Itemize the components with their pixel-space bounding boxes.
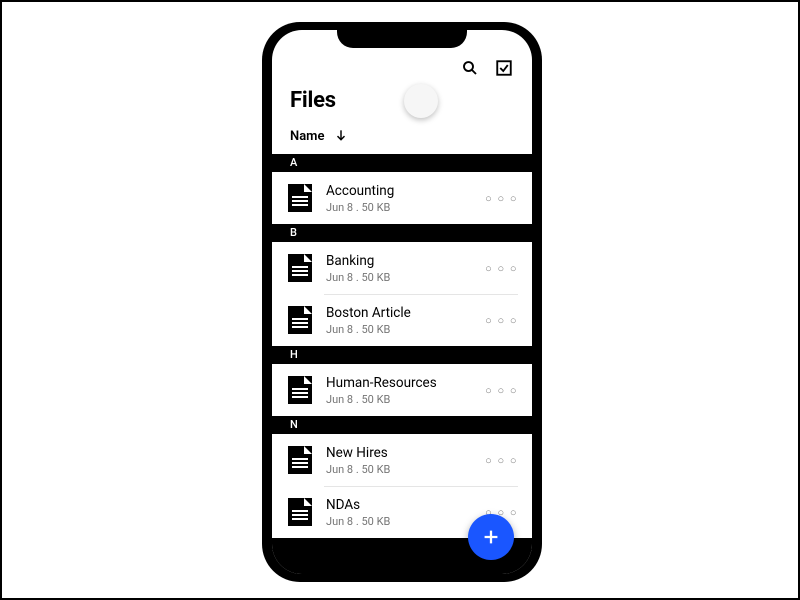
file-meta: Jun 8 . 50 KB — [326, 393, 471, 406]
file-text: New Hires Jun 8 . 50 KB — [326, 445, 471, 476]
phone-screen: Files Name A Acc — [272, 30, 532, 574]
file-name: Human-Resources — [326, 375, 471, 391]
more-options-icon[interactable]: ○ ○ ○ — [485, 384, 518, 397]
file-text: Human-Resources Jun 8 . 50 KB — [326, 375, 471, 406]
list-item[interactable]: Boston Article Jun 8 . 50 KB ○ ○ ○ — [272, 294, 532, 346]
plus-icon — [480, 526, 502, 548]
document-icon — [288, 498, 312, 526]
document-icon — [288, 184, 312, 212]
document-icon — [288, 254, 312, 282]
sort-label: Name — [290, 129, 324, 144]
page-header: Files Name — [272, 82, 532, 154]
file-name: Banking — [326, 253, 471, 269]
fab-add-button[interactable] — [468, 514, 514, 560]
list-item[interactable]: New Hires Jun 8 . 50 KB ○ ○ ○ — [272, 434, 532, 486]
file-text: Boston Article Jun 8 . 50 KB — [326, 305, 471, 336]
viewport: Files Name A Acc — [0, 0, 800, 600]
section-h: Human-Resources Jun 8 . 50 KB ○ ○ ○ — [272, 364, 532, 416]
file-name: New Hires — [326, 445, 471, 461]
list-item[interactable]: Human-Resources Jun 8 . 50 KB ○ ○ ○ — [272, 364, 532, 416]
file-meta: Jun 8 . 50 KB — [326, 271, 471, 284]
file-meta: Jun 8 . 50 KB — [326, 463, 471, 476]
touch-indicator — [404, 84, 438, 118]
file-text: Banking Jun 8 . 50 KB — [326, 253, 471, 284]
section-header-n: N — [272, 416, 532, 434]
document-icon — [288, 376, 312, 404]
page-title: Files — [290, 88, 514, 113]
more-options-icon[interactable]: ○ ○ ○ — [485, 192, 518, 205]
file-meta: Jun 8 . 50 KB — [326, 515, 471, 528]
section-header-b: B — [272, 224, 532, 242]
section-a: Accounting Jun 8 . 50 KB ○ ○ ○ — [272, 172, 532, 224]
file-text: Accounting Jun 8 . 50 KB — [326, 183, 471, 214]
list-item[interactable]: Accounting Jun 8 . 50 KB ○ ○ ○ — [272, 172, 532, 224]
sort-control[interactable]: Name — [290, 127, 514, 146]
checkbox-select-icon[interactable] — [494, 58, 514, 78]
phone-frame: Files Name A Acc — [262, 22, 542, 582]
more-options-icon[interactable]: ○ ○ ○ — [485, 314, 518, 327]
file-text: NDAs Jun 8 . 50 KB — [326, 497, 471, 528]
section-header-a: A — [272, 154, 532, 172]
file-meta: Jun 8 . 50 KB — [326, 201, 471, 214]
more-options-icon[interactable]: ○ ○ ○ — [485, 262, 518, 275]
file-list[interactable]: A Accounting Jun 8 . 50 KB ○ ○ ○ B — [272, 154, 532, 574]
device-notch — [337, 22, 467, 48]
section-b: Banking Jun 8 . 50 KB ○ ○ ○ Boston Artic… — [272, 242, 532, 346]
section-header-h: H — [272, 346, 532, 364]
file-name: Accounting — [326, 183, 471, 199]
document-icon — [288, 306, 312, 334]
file-name: NDAs — [326, 497, 471, 513]
more-options-icon[interactable]: ○ ○ ○ — [485, 454, 518, 467]
search-icon[interactable] — [460, 58, 480, 78]
list-item[interactable]: Banking Jun 8 . 50 KB ○ ○ ○ — [272, 242, 532, 294]
arrow-down-icon — [334, 127, 348, 146]
file-meta: Jun 8 . 50 KB — [326, 323, 471, 336]
file-name: Boston Article — [326, 305, 471, 321]
document-icon — [288, 446, 312, 474]
